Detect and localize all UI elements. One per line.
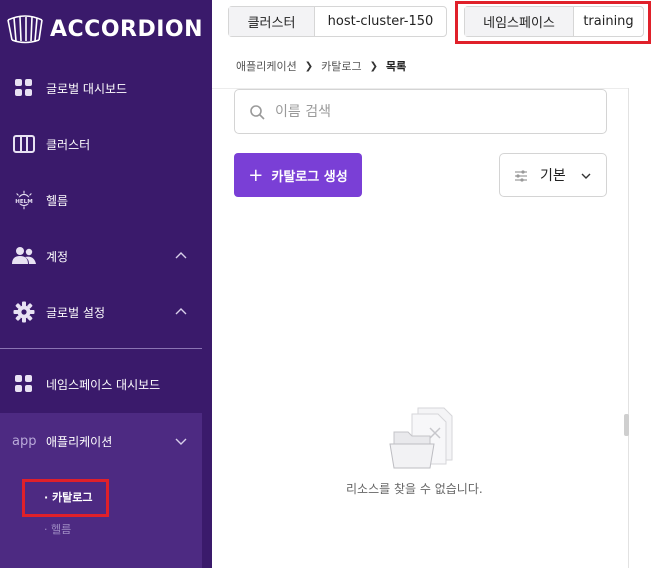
search-input[interactable] [275,103,575,120]
sidebar-scrollbar[interactable] [202,0,212,568]
cluster-value[interactable]: host-cluster-150 [314,7,446,36]
sidebar-item-label: 계정 [46,249,69,264]
sidebar-item-label: 글로벌 대시보드 [46,81,128,96]
chevron-up-icon[interactable] [174,249,188,263]
sort-select[interactable]: 기본 [499,153,607,197]
grid-icon [12,372,36,396]
logo[interactable]: ACCORDION [6,12,203,46]
chevron-right-icon: ❯ [369,60,378,72]
logo-text: ACCORDION [50,16,204,42]
empty-folder-icon [389,407,453,469]
highlight-box-catalog [22,479,109,517]
app-root: ACCORDION 글로벌 대시보드 클러스터 HELM 헬름 계정 글로벌 설… [0,0,651,568]
sidebar-item-label: 글로벌 설정 [46,305,106,320]
sliders-icon [515,170,527,182]
empty-state-message: 리소스를 찾을 수 없습니다. [346,482,483,496]
search-icon [250,105,265,120]
chevron-right-icon: ❯ [304,60,314,72]
breadcrumb-item[interactable]: 애플리케이션 [236,58,297,74]
chevron-down-icon [581,173,591,179]
cluster-selector[interactable]: 클러스터 host-cluster-150 [228,6,447,37]
chevron-down-icon[interactable] [174,434,188,448]
sidebar-item-helm[interactable]: HELM 헬름 [0,172,202,228]
helm-icon-text: HELM [15,199,32,205]
helm-icon: HELM [12,188,36,212]
breadcrumb-item[interactable]: 카탈로그 [321,58,361,74]
sidebar-item-cluster[interactable]: 클러스터 [0,116,202,172]
create-catalog-button[interactable]: + 카탈로그 생성 [234,153,362,197]
create-catalog-label: 카탈로그 생성 [271,169,348,185]
grid-icon [12,76,36,100]
sidebar-item-label: 클러스터 [46,137,91,152]
sort-select-value: 기본 [540,168,566,184]
chevron-up-icon[interactable] [174,305,188,319]
content-scroll-track [628,88,629,568]
sidebar-item-label: 헬름 [46,193,69,208]
sidebar-item-global-settings[interactable]: 글로벌 설정 [0,284,202,340]
users-icon [12,244,36,268]
sidebar-divider [0,348,202,349]
app-icon: app [12,433,37,449]
accordion-logo-icon [7,15,43,44]
sidebar-item-global-dashboard[interactable]: 글로벌 대시보드 [0,60,202,116]
search-box[interactable] [234,89,607,134]
content-scroll-handle[interactable] [624,414,629,436]
sidebar-subitem-helm[interactable]: · 헬름 [44,521,71,537]
cluster-label: 클러스터 [229,7,314,36]
breadcrumb-current: 목록 [386,60,407,73]
sidebar-item-label: 애플리케이션 [46,434,113,449]
sidebar: ACCORDION 글로벌 대시보드 클러스터 HELM 헬름 계정 글로벌 설… [0,0,212,568]
plus-icon: + [248,164,264,186]
columns-icon [12,132,36,156]
breadcrumb: 애플리케이션 ❯ 카탈로그 ❯ 목록 [236,58,406,74]
highlight-box-namespace [455,1,651,44]
gear-icon [12,300,36,324]
sidebar-item-namespace-dashboard[interactable]: 네임스페이스 대시보드 [0,356,202,412]
sidebar-item-account[interactable]: 계정 [0,228,202,284]
sidebar-item-application[interactable]: app 애플리케이션 [0,413,202,469]
sidebar-item-label: 네임스페이스 대시보드 [46,377,161,392]
